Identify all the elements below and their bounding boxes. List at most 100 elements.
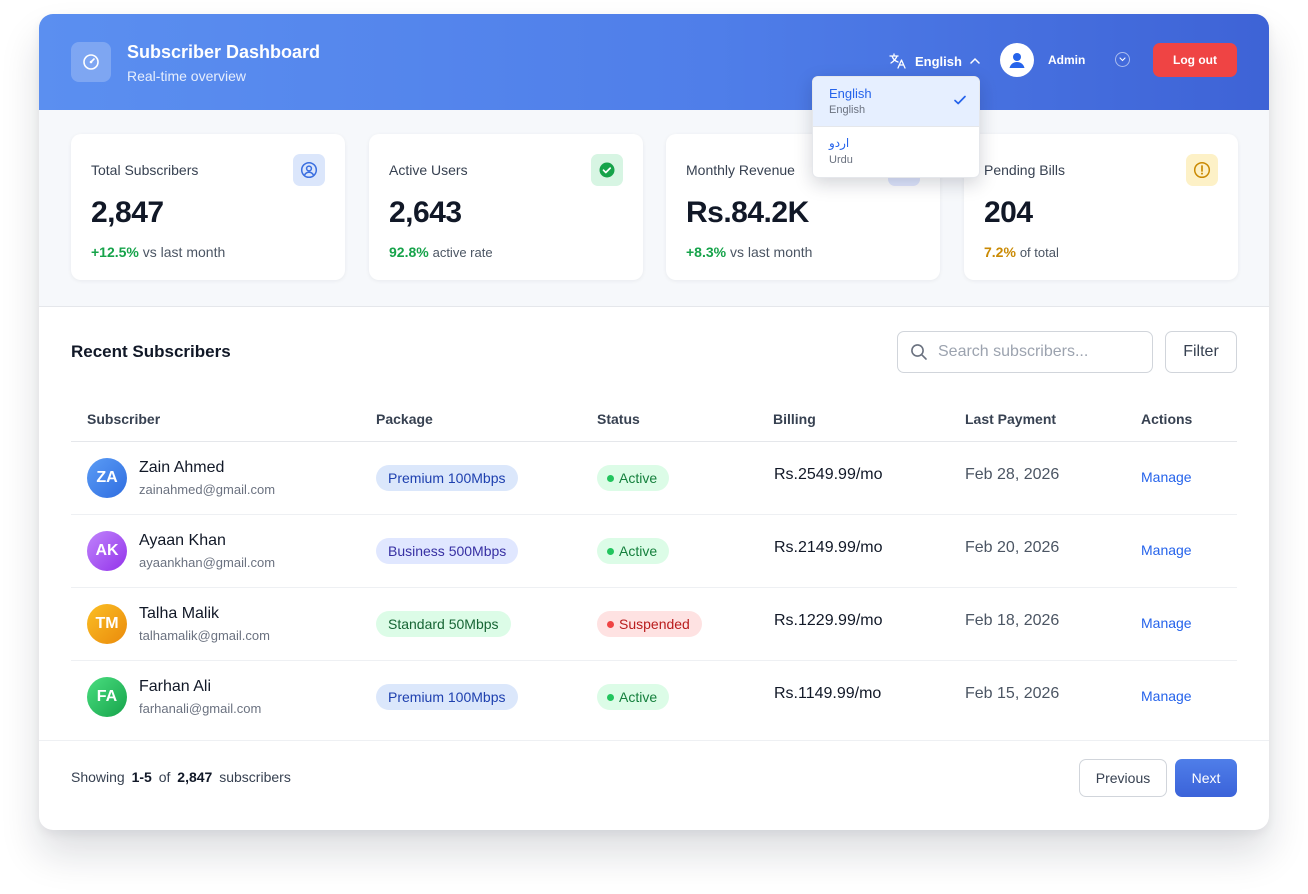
search-icon: [911, 344, 927, 360]
stat-delta-text: vs last month: [142, 244, 226, 260]
logout-button[interactable]: Log out: [1153, 43, 1237, 77]
table-row: FA Farhan Ali farhanali@gmail.com Premiu…: [71, 661, 1237, 734]
language-selector[interactable]: English: [889, 50, 980, 72]
check-icon: [954, 95, 966, 105]
last-payment-date: Feb 15, 2026: [965, 685, 1060, 702]
stat-label: Active Users: [389, 162, 468, 178]
stat-value: 2,847: [91, 196, 164, 229]
showing-suffix: subscribers: [219, 769, 291, 785]
package-badge: Standard 50Mbps: [376, 611, 511, 637]
subscriber-name: Zain Ahmed: [139, 459, 225, 476]
column-header-billing[interactable]: Billing: [773, 411, 816, 427]
last-payment-date: Feb 20, 2026: [965, 539, 1060, 556]
subscriber-name: Farhan Ali: [139, 678, 212, 695]
stat-delta: 7.2% of total: [984, 244, 1059, 260]
status-label: Suspended: [619, 616, 690, 632]
admin-name: Admin: [1048, 53, 1086, 67]
billing-amount: Rs.2549.99/mo: [774, 466, 883, 483]
chevron-down-icon: [1119, 57, 1126, 62]
table-row: AK Ayaan Khan ayaankhan@gmail.com Busine…: [71, 515, 1237, 588]
status-label: Active: [619, 689, 658, 705]
manage-link[interactable]: Manage: [1141, 469, 1192, 485]
showing-range: 1-5: [131, 769, 152, 785]
admin-avatar[interactable]: [1000, 43, 1034, 77]
billing-amount: Rs.1149.99/mo: [774, 685, 882, 702]
manage-link[interactable]: Manage: [1141, 615, 1192, 631]
avatar: ZA: [87, 458, 127, 498]
package-badge: Business 500Mbps: [376, 538, 519, 564]
avatar: TM: [87, 604, 127, 644]
language-label: English: [915, 53, 962, 69]
status-dot: [607, 547, 614, 555]
column-header-status[interactable]: Status: [597, 411, 640, 427]
billing-amount: Rs.2149.99/mo: [774, 539, 883, 556]
subscriber-email: farhanali@gmail.com: [139, 701, 262, 716]
chevron-up-icon: [970, 57, 980, 64]
filter-button[interactable]: Filter: [1165, 331, 1237, 373]
status-dot: [607, 620, 614, 628]
subscriber-email: talhamalik@gmail.com: [139, 628, 270, 643]
status-dot: [607, 693, 614, 701]
search-box[interactable]: [897, 331, 1153, 373]
manage-link[interactable]: Manage: [1141, 542, 1192, 558]
table-row: TM Talha Malik talhamalik@gmail.com Stan…: [71, 588, 1237, 661]
stat-value: Rs.84.2K: [686, 196, 809, 229]
table-footer: Showing 1-5 of 2,847 subscribers Previou…: [39, 740, 1269, 830]
language-option-label: English: [829, 86, 872, 101]
manage-link[interactable]: Manage: [1141, 688, 1192, 704]
column-header-actions: Actions: [1141, 411, 1193, 427]
column-header-package[interactable]: Package: [376, 411, 433, 427]
stat-delta: 92.8% active rate: [389, 244, 493, 260]
billing-amount: Rs.1229.99/mo: [774, 612, 883, 629]
admin-menu-toggle[interactable]: [1115, 52, 1130, 67]
showing-total: 2,847: [177, 769, 213, 785]
subscriber-email: ayaankhan@gmail.com: [139, 555, 276, 570]
status-badge: Active: [597, 465, 670, 491]
next-button[interactable]: Next: [1175, 759, 1237, 797]
last-payment-date: Feb 18, 2026: [965, 612, 1060, 629]
language-option-english[interactable]: English English: [813, 77, 979, 127]
status-badge: Active: [597, 538, 670, 564]
app-logo: [71, 42, 111, 82]
stat-delta: +8.3% vs last month: [686, 244, 812, 260]
dashboard-window: Subscriber Dashboard Real-time overview …: [39, 14, 1269, 830]
previous-button[interactable]: Previous: [1079, 759, 1167, 797]
stat-card-active-users: Active Users 2,643 92.8% active rate: [369, 134, 643, 280]
user-circle-icon: [293, 154, 325, 186]
package-badge: Premium 100Mbps: [376, 684, 518, 710]
stat-card-pending-bills: Pending Bills 204 7.2% of total: [964, 134, 1238, 280]
section-title: Recent Subscribers: [71, 342, 231, 361]
table-row: ZA Zain Ahmed zainahmed@gmail.com Premiu…: [71, 442, 1237, 515]
language-option-urdu[interactable]: اردو Urdu: [813, 127, 979, 177]
stat-delta-value: 92.8%: [389, 244, 429, 260]
gauge-icon: [83, 54, 99, 70]
showing-prefix: Showing: [71, 769, 125, 785]
user-icon: [1009, 53, 1025, 68]
stat-delta-value: +8.3%: [686, 244, 727, 260]
stat-value: 204: [984, 196, 1033, 229]
search-input[interactable]: [938, 343, 1138, 361]
language-option-label: اردو: [829, 136, 850, 150]
language-option-sub: Urdu: [829, 154, 853, 166]
column-header-subscriber[interactable]: Subscriber: [87, 411, 160, 427]
status-badge: Active: [597, 684, 670, 710]
stat-delta-text: vs last month: [729, 244, 813, 260]
status-label: Active: [619, 543, 658, 559]
subscriber-name: Talha Malik: [139, 605, 220, 622]
stat-delta: +12.5% vs last month: [91, 244, 225, 260]
alert-circle-icon: [1186, 154, 1218, 186]
language-option-sub: English: [829, 104, 866, 116]
stat-delta-value: 7.2%: [984, 244, 1016, 260]
subscriber-name: Ayaan Khan: [139, 532, 226, 549]
stat-card-total-subscribers: Total Subscribers 2,847 +12.5% vs last m…: [71, 134, 345, 280]
subscriber-email: zainahmed@gmail.com: [139, 482, 276, 497]
showing-of: of: [158, 769, 171, 785]
avatar: AK: [87, 531, 127, 571]
stat-delta-text: of total: [1019, 245, 1059, 260]
stat-label: Monthly Revenue: [686, 162, 795, 178]
last-payment-date: Feb 28, 2026: [965, 466, 1060, 483]
pagination-summary: Showing 1-5 of 2,847 subscribers: [71, 769, 291, 785]
header-bar: Subscriber Dashboard Real-time overview …: [39, 14, 1269, 110]
stat-label: Pending Bills: [984, 162, 1065, 178]
column-header-last-payment[interactable]: Last Payment: [965, 411, 1056, 427]
